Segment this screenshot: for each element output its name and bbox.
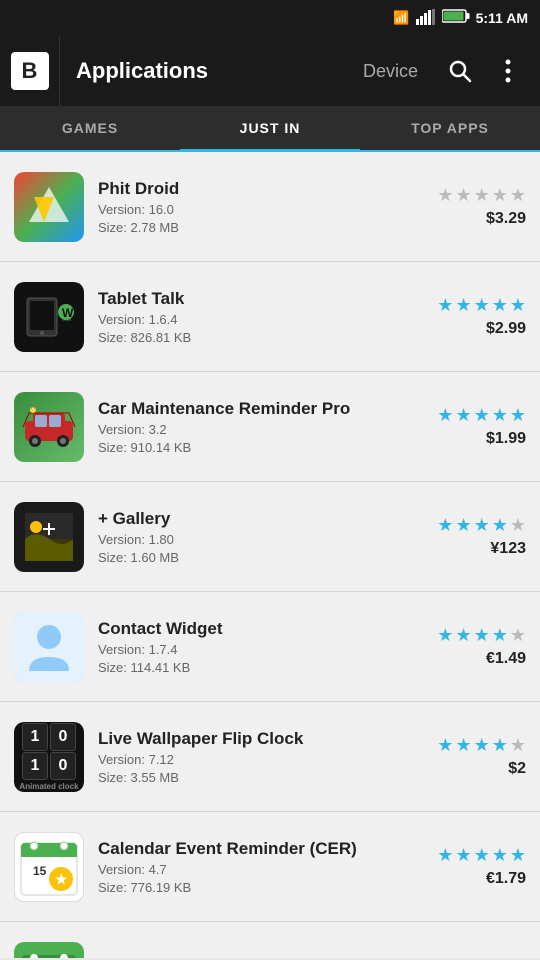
tab-bar: GAMES JUST IN TOP APPS bbox=[0, 106, 540, 152]
app-version: Version: 3.2 bbox=[98, 422, 402, 437]
app-version: Version: 1.6.4 bbox=[98, 312, 402, 327]
signal-icon bbox=[416, 9, 436, 28]
nav-device-label[interactable]: Device bbox=[343, 61, 438, 82]
app-rating-block: ★★★★★ ¥123 bbox=[416, 515, 526, 558]
app-icon bbox=[14, 172, 84, 242]
app-size: Size: 2.78 MB bbox=[98, 220, 402, 235]
app-version: Version: 1.80 bbox=[98, 532, 402, 547]
app-info: Phit Droid Version: 16.0 Size: 2.78 MB bbox=[98, 179, 402, 235]
app-rating-block: ★★★★★ €1.49 bbox=[416, 625, 526, 668]
nav-title-section: Applications bbox=[60, 58, 343, 84]
app-rating-block: ★★★★★ $2 bbox=[416, 735, 526, 778]
app-name: Phit Droid bbox=[98, 179, 402, 199]
app-stars: ★★★★★ bbox=[437, 185, 526, 206]
app-stars: ★★★★★ bbox=[437, 405, 526, 426]
app-price: ¥123 bbox=[490, 540, 526, 558]
app-info: Live Wallpaper Flip Clock Version: 7.12 … bbox=[98, 729, 402, 785]
wifi-icon: 📶 bbox=[393, 10, 409, 26]
list-item[interactable]: + Gallery Version: 1.80 Size: 1.60 MB ★★… bbox=[0, 482, 540, 592]
app-version: Version: 4.7 bbox=[98, 862, 402, 877]
list-item[interactable]: Car Maintenance Reminder Pro Version: 3.… bbox=[0, 372, 540, 482]
battery-icon bbox=[442, 9, 470, 28]
svg-text:★: ★ bbox=[55, 871, 68, 887]
status-time: 5:11 AM bbox=[476, 10, 528, 26]
app-stars: ★★★★★ bbox=[437, 295, 526, 316]
app-name: aCalendar+ Android Calendar bbox=[98, 958, 402, 959]
app-info: aCalendar+ Android Calendar Version: 0.1… bbox=[98, 958, 402, 959]
app-info: Car Maintenance Reminder Pro Version: 3.… bbox=[98, 399, 402, 455]
top-nav: B Applications Device bbox=[0, 36, 540, 106]
app-stars: ★★★★★ bbox=[437, 515, 526, 536]
nav-logo: B bbox=[0, 36, 60, 106]
svg-text:15: 15 bbox=[33, 864, 47, 878]
tab-games[interactable]: GAMES bbox=[0, 106, 180, 150]
app-price: $2.99 bbox=[486, 320, 526, 338]
app-icon: 1 0 1 0 Animated clock bbox=[14, 722, 84, 792]
app-rating-block: ★★★★★ $3.29 bbox=[416, 185, 526, 228]
app-info: Calendar Event Reminder (CER) Version: 4… bbox=[98, 839, 402, 895]
app-name: + Gallery bbox=[98, 509, 402, 529]
list-item[interactable]: Phit Droid Version: 16.0 Size: 2.78 MB ★… bbox=[0, 152, 540, 262]
app-price: €1.79 bbox=[486, 870, 526, 888]
app-name: Live Wallpaper Flip Clock bbox=[98, 729, 402, 749]
list-item[interactable]: 1 0 1 0 Animated clock Live Wallpaper Fl… bbox=[0, 702, 540, 812]
app-info: Contact Widget Version: 1.7.4 Size: 114.… bbox=[98, 619, 402, 675]
app-size: Size: 1.60 MB bbox=[98, 550, 402, 565]
app-rating-block: ★★★★★ $1.99 bbox=[416, 405, 526, 448]
logo-box: B bbox=[11, 52, 49, 90]
status-bar: 📶 5:11 AM bbox=[0, 0, 540, 36]
app-size: Size: 910.14 KB bbox=[98, 440, 402, 455]
app-price: $3.29 bbox=[486, 210, 526, 228]
nav-title-text: Applications bbox=[76, 58, 208, 84]
list-item[interactable]: Contact Widget Version: 1.7.4 Size: 114.… bbox=[0, 592, 540, 702]
list-item[interactable]: 📱 W Tablet Talk Version: 1.6.4 Size: 826… bbox=[0, 262, 540, 372]
app-stars: ★★★★★ bbox=[437, 845, 526, 866]
app-icon bbox=[14, 612, 84, 682]
app-icon: 15 ★ bbox=[14, 832, 84, 902]
app-name: Car Maintenance Reminder Pro bbox=[98, 399, 402, 419]
more-menu-button[interactable] bbox=[486, 49, 530, 93]
app-icon: a+ A bbox=[14, 942, 84, 959]
nav-actions bbox=[438, 49, 540, 93]
app-version: Version: 16.0 bbox=[98, 202, 402, 217]
app-version: Version: 1.7.4 bbox=[98, 642, 402, 657]
app-rating-block: ★★★★★ €1.79 bbox=[416, 845, 526, 888]
svg-text:W: W bbox=[62, 306, 74, 320]
app-name: Contact Widget bbox=[98, 619, 402, 639]
app-size: Size: 3.55 MB bbox=[98, 770, 402, 785]
tab-topapps[interactable]: TOP APPS bbox=[360, 106, 540, 150]
list-item[interactable]: 15 ★ Calendar Event Reminder (CER) Versi… bbox=[0, 812, 540, 922]
app-info: Tablet Talk Version: 1.6.4 Size: 826.81 … bbox=[98, 289, 402, 345]
tab-justin[interactable]: JUST IN bbox=[180, 106, 360, 150]
app-stars: ★★★★★ bbox=[437, 625, 526, 646]
app-name: Tablet Talk bbox=[98, 289, 402, 309]
app-price: $2 bbox=[508, 760, 526, 778]
app-info: + Gallery Version: 1.80 Size: 1.60 MB bbox=[98, 509, 402, 565]
app-name: Calendar Event Reminder (CER) bbox=[98, 839, 402, 859]
app-list: Phit Droid Version: 16.0 Size: 2.78 MB ★… bbox=[0, 152, 540, 958]
app-price: €1.49 bbox=[486, 650, 526, 668]
app-size: Size: 776.19 KB bbox=[98, 880, 402, 895]
app-stars: ★★★★★ bbox=[437, 735, 526, 756]
app-icon bbox=[14, 502, 84, 572]
app-rating-block: ★★★★★ $2.99 bbox=[416, 295, 526, 338]
app-price: $1.99 bbox=[486, 430, 526, 448]
app-icon: 📱 W bbox=[14, 282, 84, 352]
list-item[interactable]: a+ A aCalendar+ Android Calendar Version… bbox=[0, 922, 540, 958]
status-icons: 📶 5:11 AM bbox=[393, 9, 528, 28]
app-version: Version: 7.12 bbox=[98, 752, 402, 767]
app-size: Size: 114.41 KB bbox=[98, 660, 402, 675]
app-size: Size: 826.81 KB bbox=[98, 330, 402, 345]
search-button[interactable] bbox=[438, 49, 482, 93]
app-icon bbox=[14, 392, 84, 462]
